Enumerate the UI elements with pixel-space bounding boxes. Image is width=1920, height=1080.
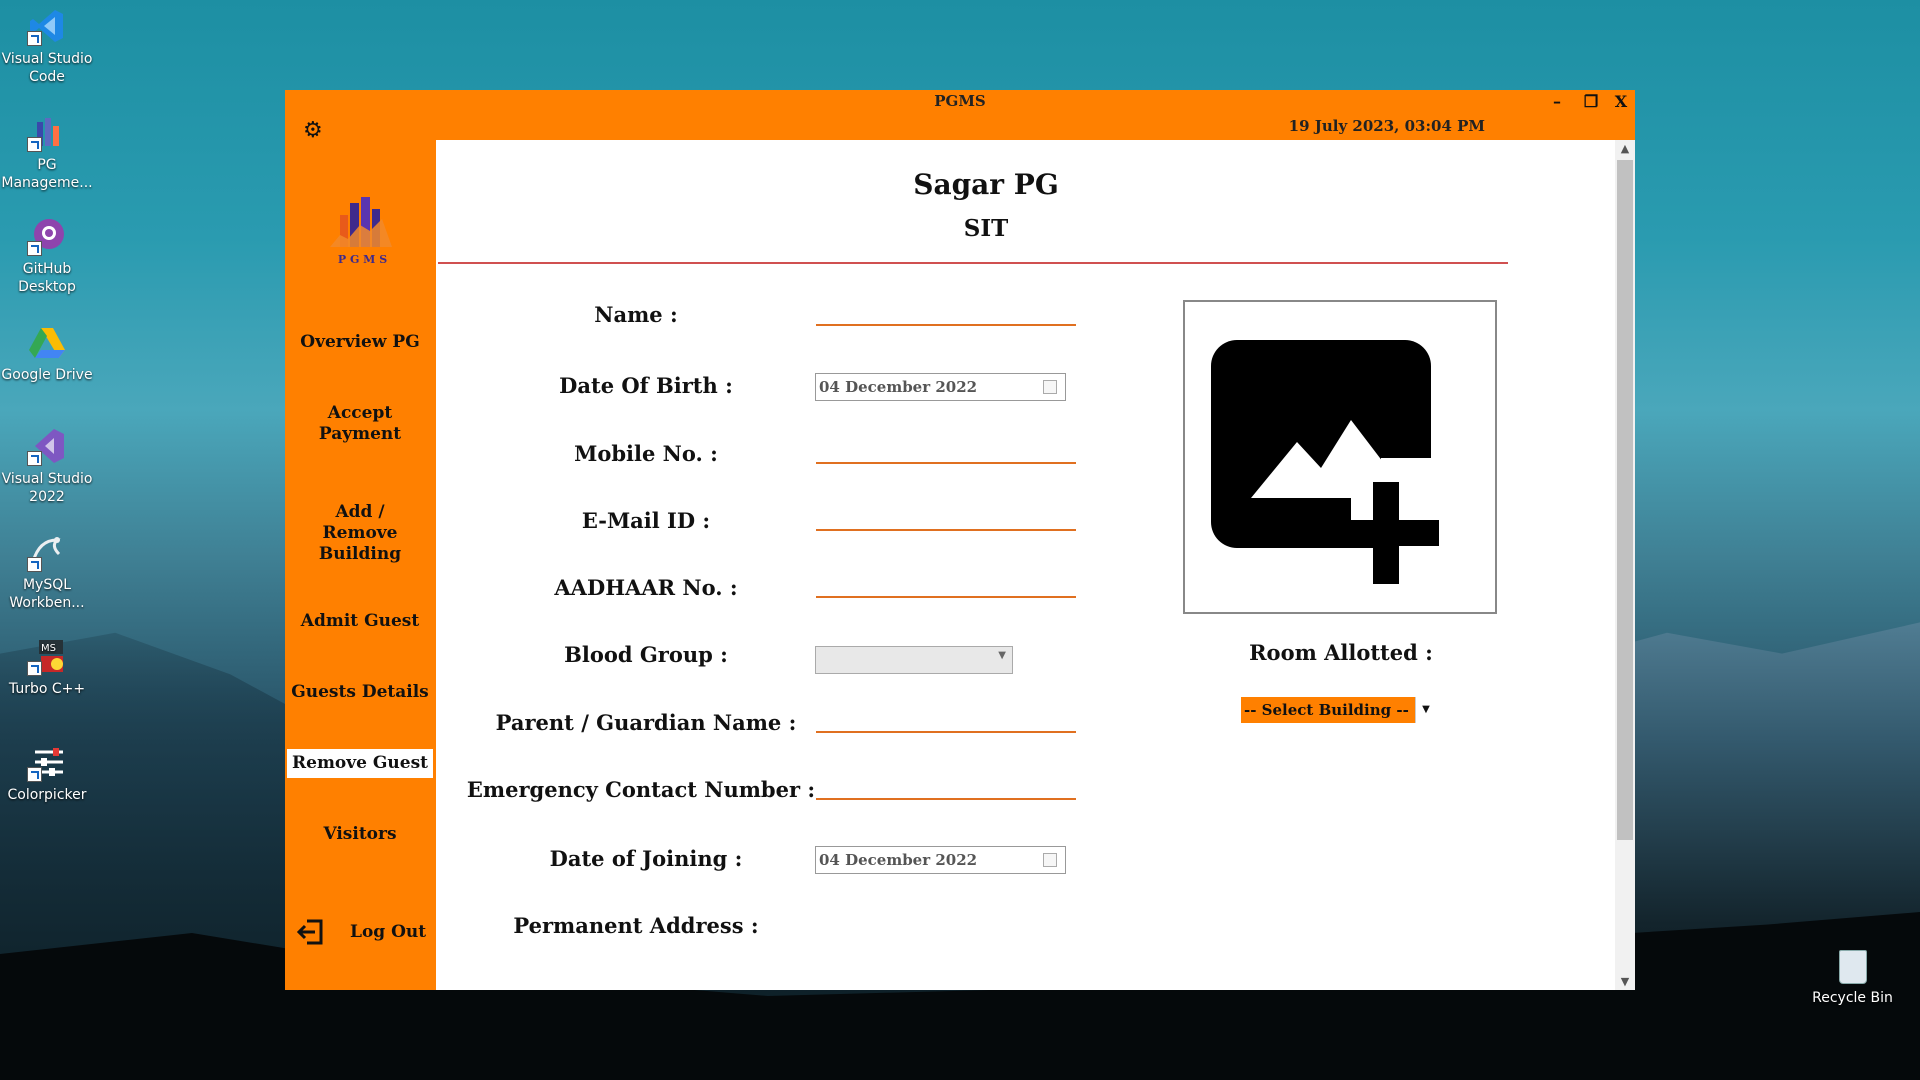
aadhaar-label: AADHAAR No. :	[554, 575, 738, 600]
aadhaar-input[interactable]	[816, 595, 1076, 598]
title-bar[interactable]: PGMS ⚙ 19 July 2023, 03:04 PM – ❐ X	[285, 90, 1635, 143]
google-drive-icon	[27, 322, 67, 362]
desktop-icon-turbo-cpp[interactable]: MS Turbo C++	[0, 636, 95, 698]
building-select-value: -- Select Building --	[1244, 701, 1409, 719]
main-content: Sagar PG SIT Name : Date Of Birth : 04 D…	[436, 140, 1635, 990]
divider	[438, 262, 1508, 264]
chevron-down-icon: ▼	[998, 650, 1006, 661]
nav-visitors[interactable]: Visitors	[287, 824, 433, 845]
nav-add-remove-building[interactable]: Add / Remove Building	[287, 502, 433, 565]
building-select[interactable]: -- Select Building -- ▼	[1241, 697, 1436, 723]
recycle-bin-icon	[1838, 950, 1867, 984]
add-photo-icon	[1211, 340, 1461, 584]
desktop-icon-colorpicker[interactable]: Colorpicker	[0, 742, 95, 804]
doj-datepicker[interactable]: 04 December 2022	[815, 846, 1066, 874]
room-allotted-label: Room Allotted :	[1249, 640, 1433, 665]
desktop-icon-label: Visual Studio 2022	[1, 471, 93, 505]
desktop-icon-recycle-bin[interactable]: Recycle Bin	[1800, 950, 1905, 1006]
logout-button[interactable]: Log Out	[295, 912, 435, 952]
mobile-input[interactable]	[816, 461, 1076, 464]
github-desktop-icon	[27, 216, 67, 256]
scroll-down-icon[interactable]: ▼	[1615, 975, 1635, 988]
mobile-label: Mobile No. :	[574, 441, 718, 466]
nav-accept-payment[interactable]: Accept Payment	[287, 403, 433, 445]
desktop-icon-label: MySQL Workben...	[9, 577, 85, 611]
window-title: PGMS	[934, 92, 986, 110]
desktop-icon-mysql-workbench[interactable]: MySQL Workben...	[0, 532, 95, 612]
desktop-icon-label: Colorpicker	[7, 787, 87, 803]
visual-studio-icon	[27, 426, 67, 466]
vscode-icon	[27, 6, 67, 46]
desktop-icon-label: Turbo C++	[8, 681, 86, 697]
pg-code: SIT	[963, 215, 1009, 242]
scrollbar-thumb[interactable]	[1617, 160, 1633, 840]
doj-label: Date of Joining :	[549, 846, 743, 871]
scroll-up-icon[interactable]: ▲	[1615, 142, 1635, 155]
desktop-icon-label: Recycle Bin	[1812, 990, 1893, 1006]
maximize-button[interactable]: ❐	[1577, 92, 1605, 111]
address-label: Permanent Address :	[513, 913, 759, 938]
dob-label: Date Of Birth :	[559, 373, 733, 398]
nav-remove-guest[interactable]: Remove Guest	[287, 749, 433, 778]
desktop-icon-pg-management[interactable]: PG Manageme...	[0, 112, 95, 192]
blood-group-select[interactable]: ▼	[815, 646, 1013, 674]
nav-admit-guest[interactable]: Admit Guest	[287, 611, 433, 632]
vertical-scrollbar[interactable]: ▲ ▼	[1615, 140, 1635, 990]
calendar-icon[interactable]	[1043, 380, 1057, 394]
logo-text: P G M S	[337, 253, 388, 266]
colorpicker-icon	[27, 742, 67, 782]
desktop-icon-label: GitHub Desktop	[18, 261, 76, 295]
close-button[interactable]: X	[1607, 92, 1635, 111]
svg-text:MS: MS	[41, 643, 56, 654]
desktop-icon-github-desktop[interactable]: GitHub Desktop	[0, 216, 95, 296]
email-label: E-Mail ID :	[581, 508, 711, 533]
pg-management-icon	[27, 112, 67, 152]
nav-overview-pg[interactable]: Overview PG	[287, 332, 433, 353]
parent-name-label: Parent / Guardian Name :	[495, 710, 797, 735]
minimize-button[interactable]: –	[1543, 92, 1571, 111]
pgms-logo: P G M S	[320, 195, 405, 275]
turbo-cpp-icon: MS	[27, 636, 67, 676]
photo-upload-box[interactable]	[1183, 300, 1497, 614]
sidebar: P G M S Overview PG Accept Payment Add /…	[285, 140, 436, 990]
desktop-icon-label: PG Manageme...	[1, 157, 93, 191]
logout-icon	[295, 916, 327, 952]
desktop-icon-google-drive[interactable]: Google Drive	[0, 322, 95, 384]
blood-group-label: Blood Group :	[564, 642, 728, 667]
pg-name: Sagar PG	[913, 168, 1059, 201]
mysql-workbench-icon	[27, 532, 67, 572]
nav-guests-details[interactable]: Guests Details	[287, 682, 433, 703]
chevron-down-icon[interactable]: ▼	[1415, 697, 1436, 723]
desktop-icon-visual-studio[interactable]: Visual Studio 2022	[0, 426, 95, 506]
name-input[interactable]	[816, 323, 1076, 326]
dob-value: 04 December 2022	[819, 378, 978, 396]
datetime-display: 19 July 2023, 03:04 PM	[1288, 117, 1485, 135]
desktop-icon-label: Visual Studio Code	[1, 51, 93, 85]
emergency-contact-input[interactable]	[816, 797, 1076, 800]
desktop-icon-vscode[interactable]: Visual Studio Code	[0, 6, 95, 86]
app-window: PGMS ⚙ 19 July 2023, 03:04 PM – ❐ X P G …	[285, 90, 1635, 990]
doj-value: 04 December 2022	[819, 851, 978, 869]
name-label: Name :	[594, 302, 678, 327]
dob-datepicker[interactable]: 04 December 2022	[815, 373, 1066, 401]
parent-name-input[interactable]	[816, 730, 1076, 733]
calendar-icon[interactable]	[1043, 853, 1057, 867]
email-input[interactable]	[816, 528, 1076, 531]
emergency-contact-label: Emergency Contact Number :	[466, 777, 816, 802]
logout-label: Log Out	[350, 922, 427, 942]
desktop-icon-label: Google Drive	[1, 367, 93, 383]
